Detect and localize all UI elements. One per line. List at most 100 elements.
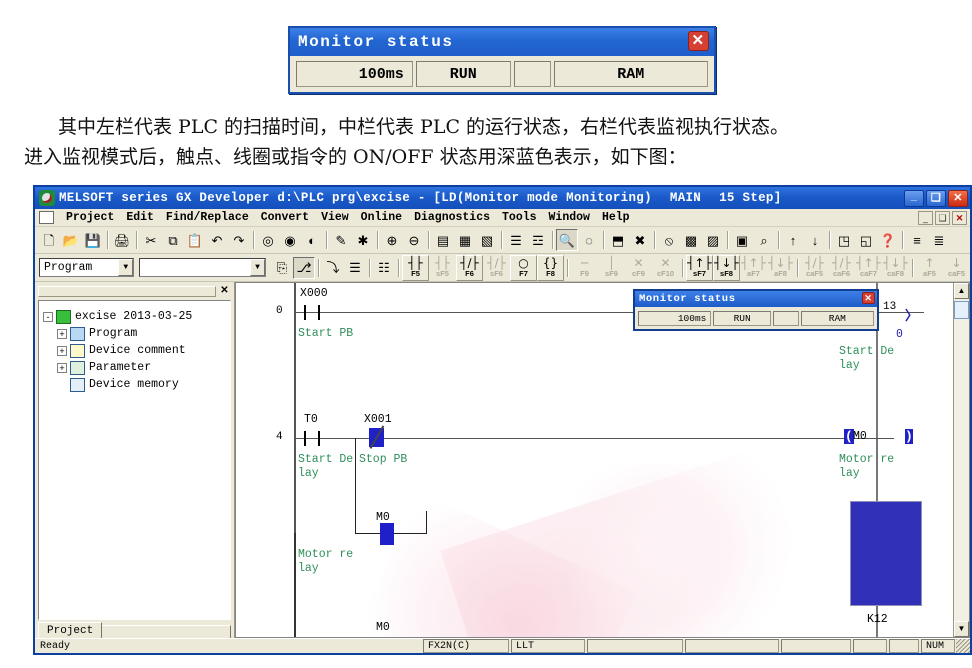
doc-close-button[interactable]: ✕ (952, 210, 967, 225)
ladder-symbol-caf5[interactable]: ┤∕├ caF5 (801, 254, 828, 281)
comment-display-icon[interactable]: ▤ (432, 229, 454, 251)
ladder-symbol-caf7[interactable]: ┤↑├ caF7 (855, 254, 882, 281)
ladder-symbol-caf6[interactable]: ┤∕├ caF6 (828, 254, 855, 281)
tree-node-device-comment[interactable]: + Device comment (43, 342, 226, 359)
collapse-icon[interactable]: - (43, 311, 53, 322)
new-file-icon[interactable]: 🗋 (38, 229, 60, 251)
scroll-down-button[interactable]: ▼ (954, 621, 969, 637)
window-tile-icon[interactable]: ◳ (833, 229, 855, 251)
secondary-combo[interactable]: ▼ (139, 258, 266, 277)
open-file-icon[interactable]: 📂 (60, 229, 82, 251)
ladder-symbol-sf5[interactable]: ┤├ sF5 (429, 254, 456, 281)
ladder-symbol-sf7[interactable]: ┤↑├ sF7 (686, 254, 713, 281)
contact-m0-energized[interactable] (380, 523, 394, 545)
menu-help[interactable]: Help (596, 211, 636, 224)
monitor-stop-icon[interactable]: ◌ (578, 229, 600, 251)
menu-online[interactable]: Online (355, 211, 408, 224)
search-online-icon[interactable]: ⌕ (753, 229, 775, 251)
ladder-symbol-sf6[interactable]: ┤∕├ sF6 (483, 254, 510, 281)
tree-node-device-memory[interactable]: Device memory (43, 376, 226, 393)
project-tree[interactable]: - excise 2013-03-25 + Program + Device commen… (38, 300, 231, 620)
maximize-button[interactable]: ❑ (926, 189, 946, 207)
merge-icon[interactable]: ▨ (702, 229, 724, 251)
insert-row-icon[interactable]: ≡ (906, 229, 928, 251)
program-jump-icon[interactable]: ⎘ (271, 257, 293, 279)
menu-tools[interactable]: Tools (496, 211, 543, 224)
ladder-editor[interactable]: 0 X000 Start PB 13 〉 0 Start De lay 4 T0 (235, 282, 970, 638)
menu-view[interactable]: View (315, 211, 355, 224)
expand-icon[interactable]: + (57, 345, 67, 356)
paste-icon[interactable]: 📋 (184, 229, 206, 251)
window-cascade-icon[interactable]: ◱ (855, 229, 877, 251)
chevron-down-icon[interactable]: ▼ (118, 259, 134, 276)
expand-icon[interactable]: + (57, 362, 67, 373)
close-icon[interactable]: ✕ (218, 285, 231, 297)
panel-drag-grip[interactable] (38, 285, 216, 297)
close-icon[interactable]: ✕ (688, 31, 709, 51)
tree-node-excise-2013-03-25[interactable]: - excise 2013-03-25 (43, 308, 226, 325)
resize-grip[interactable] (956, 639, 970, 653)
find-instruction-icon[interactable]: ◉ (279, 229, 301, 251)
ladder-canvas[interactable]: 0 X000 Start PB 13 〉 0 Start De lay 4 T0 (236, 283, 969, 637)
help-icon[interactable]: ❓ (877, 229, 899, 251)
device-test-icon[interactable]: ✎ (330, 229, 352, 251)
ladder-symbol-f5[interactable]: ┤├ F5 (402, 254, 429, 281)
ladder-symbol-f8[interactable]: {} F8 (537, 254, 564, 281)
ladder-symbol-cf9[interactable]: ✕ cF9 (625, 254, 652, 281)
chevron-down-icon[interactable]: ▼ (250, 259, 265, 276)
tab-project[interactable]: Project (38, 622, 103, 638)
close-button[interactable]: ✕ (948, 189, 968, 207)
menu-convert[interactable]: Convert (255, 211, 315, 224)
ladder-symbol-cf10[interactable]: ✕ cF10 (652, 254, 679, 281)
menu-edit[interactable]: Edit (120, 211, 160, 224)
ladder-symbol-f7[interactable]: ○ F7 (510, 254, 537, 281)
ladder-symbol-sf8[interactable]: ┤↓├ sF8 (713, 254, 740, 281)
doc-minimize-button[interactable]: _ (918, 210, 933, 225)
scrollbar-track[interactable] (954, 299, 969, 621)
zoom-in-icon[interactable]: ⊕ (381, 229, 403, 251)
menu-find-replace[interactable]: Find/Replace (160, 211, 255, 224)
ladder-view-icon[interactable]: ☷ (373, 257, 395, 279)
sort-asc-icon[interactable]: ↑ (782, 229, 804, 251)
device-edit-icon[interactable]: ▣ (731, 229, 753, 251)
ladder-symbol-af5[interactable]: ↑ aF5 (916, 254, 943, 281)
ladder-convert-icon[interactable]: ☰ (505, 229, 527, 251)
menu-project[interactable]: Project (60, 211, 120, 224)
contact-x000[interactable] (304, 305, 320, 320)
compile-icon[interactable]: ⤵ (322, 257, 344, 279)
device-tree-icon[interactable]: ⎇ (293, 256, 315, 279)
ladder-symbol-sf9[interactable]: │ sF9 (598, 254, 625, 281)
save-icon[interactable]: 💾 (82, 229, 104, 251)
undo-icon[interactable]: ↶ (206, 229, 228, 251)
monitor-mode-icon[interactable]: 🔍 (556, 229, 578, 251)
program-check-icon[interactable]: ▩ (680, 229, 702, 251)
scroll-up-button[interactable]: ▲ (954, 283, 969, 299)
ladder-symbol-af8[interactable]: ┤↓├ aF8 (767, 254, 794, 281)
ladder-vertical-scrollbar[interactable]: ▲ ▼ (953, 283, 969, 637)
menu-window[interactable]: Window (543, 211, 596, 224)
ladder-symbol-f6[interactable]: ┤∕├ F6 (456, 254, 483, 281)
zoom-out-icon[interactable]: ⊖ (403, 229, 425, 251)
menu-diagnostics[interactable]: Diagnostics (408, 211, 496, 224)
close-icon[interactable]: ✕ (862, 292, 875, 304)
scrollbar-thumb[interactable] (954, 301, 969, 319)
find-device-icon[interactable]: ◎ (257, 229, 279, 251)
sort-desc-icon[interactable]: ↓ (804, 229, 826, 251)
convert-all-icon[interactable]: ☲ (527, 229, 549, 251)
device-batch-icon[interactable]: ✱ (352, 229, 374, 251)
tree-node-parameter[interactable]: + Parameter (43, 359, 226, 376)
list-view-icon[interactable]: ☰ (344, 257, 366, 279)
doc-restore-button[interactable]: ❑ (935, 210, 950, 225)
tree-node-program[interactable]: + Program (43, 325, 226, 342)
ladder-symbol-af7[interactable]: ┤↑├ aF7 (740, 254, 767, 281)
contact-t0[interactable] (304, 431, 320, 446)
redo-icon[interactable]: ↷ (228, 229, 250, 251)
ladder-symbol-f9[interactable]: ─ F9 (571, 254, 598, 281)
delete-row-icon[interactable]: ≣ (928, 229, 950, 251)
statement-display-icon[interactable]: ▦ (454, 229, 476, 251)
expand-icon[interactable]: + (57, 328, 67, 339)
step-run-icon[interactable]: ⦸ (658, 229, 680, 251)
ladder-symbol-caf5[interactable]: ↓ caF5 (943, 254, 970, 281)
find-step-icon[interactable]: ◐ (301, 229, 323, 251)
minimize-button[interactable]: _ (904, 189, 924, 207)
